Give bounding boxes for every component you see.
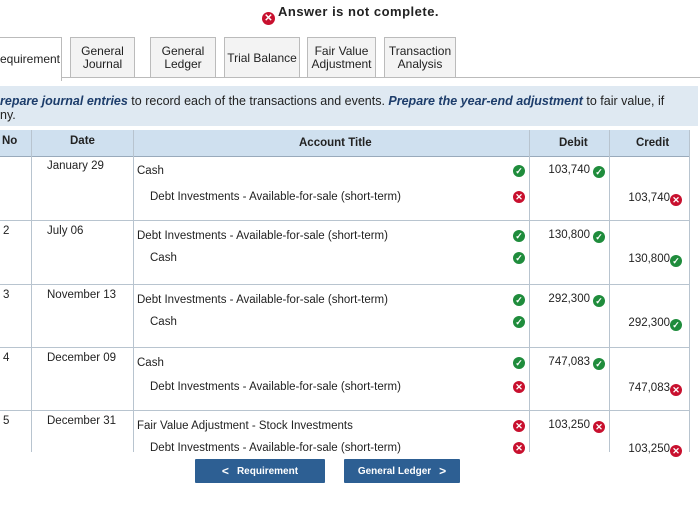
header-debit: Debit <box>559 137 588 149</box>
check-circle-icon: ✓ <box>593 358 605 370</box>
tab-label: Transaction Analysis <box>388 44 452 71</box>
header-credit: Credit <box>636 137 670 149</box>
tab-general-journal[interactable]: General Journal <box>70 37 135 78</box>
instructions-line-2: ny. <box>0 108 16 122</box>
x-circle-icon: ✕ <box>513 420 525 432</box>
entry-date: July 06 <box>47 225 84 237</box>
entry-date: December 31 <box>47 415 117 427</box>
check-circle-icon: ✓ <box>670 255 682 267</box>
x-circle-icon: ✕ <box>513 191 525 203</box>
row-divider <box>0 220 690 221</box>
next-general-ledger-button[interactable]: General Ledger > <box>344 459 460 483</box>
instructions-emphasis: Prepare the year-end adjustment <box>388 94 583 108</box>
tab-label: equirement <box>0 52 61 66</box>
prev-button-label: Requirement <box>236 465 299 477</box>
col-divider <box>133 130 134 452</box>
check-circle-icon: ✓ <box>670 319 682 331</box>
account-title-field[interactable]: Cash <box>150 252 510 264</box>
x-circle-icon: ✕ <box>670 445 682 457</box>
x-circle-icon: ✕ <box>262 12 275 25</box>
account-title-field[interactable]: Debt Investments - Available-for-sale (s… <box>137 294 497 306</box>
instructions-text: to record each of the transactions and e… <box>127 94 389 108</box>
row-divider <box>0 347 690 348</box>
row-divider <box>0 284 690 285</box>
x-circle-icon: ✕ <box>513 442 525 454</box>
chevron-left-icon: < <box>221 464 229 478</box>
check-circle-icon: ✓ <box>593 166 605 178</box>
check-circle-icon: ✓ <box>513 230 525 242</box>
tab-trial-balance[interactable]: Trial Balance <box>224 37 300 78</box>
check-circle-icon: ✓ <box>513 357 525 369</box>
x-circle-icon: ✕ <box>593 421 605 433</box>
journal-table: No Date Account Title Debit Credit Janua… <box>0 130 690 457</box>
row-divider <box>0 410 690 411</box>
instructions: repare journal entries to record each of… <box>0 86 698 126</box>
entry-date: November 13 <box>47 289 117 301</box>
tab-label: General Ledger <box>161 44 205 71</box>
tab-divider <box>0 77 700 78</box>
tab-label: Fair Value Adjustment <box>311 44 372 71</box>
prev-requirement-button[interactable]: < Requirement <box>195 459 325 483</box>
header-no: No <box>2 135 18 147</box>
col-divider <box>689 130 690 452</box>
entry-number: 2 <box>3 225 10 237</box>
x-circle-icon: ✕ <box>670 194 682 206</box>
check-circle-icon: ✓ <box>513 294 525 306</box>
account-title-field[interactable]: Debt Investments - Available-for-sale (s… <box>150 442 510 454</box>
check-circle-icon: ✓ <box>593 231 605 243</box>
instructions-line-1: repare journal entries to record each of… <box>0 94 664 109</box>
account-title-field[interactable]: Cash <box>137 357 497 369</box>
banner-text: Answer is not complete. <box>278 4 440 19</box>
check-circle-icon: ✓ <box>513 165 525 177</box>
col-divider <box>609 130 610 452</box>
check-circle-icon: ✓ <box>513 316 525 328</box>
instructions-emphasis: repare journal entries <box>0 94 128 108</box>
entry-date: December 09 <box>47 352 117 364</box>
tab-transaction-analysis[interactable]: Transaction Analysis <box>384 37 456 78</box>
entry-number: 5 <box>3 415 10 427</box>
check-circle-icon: ✓ <box>513 252 525 264</box>
account-title-field[interactable]: Debt Investments - Available-for-sale (s… <box>150 381 510 393</box>
account-title-field[interactable]: Debt Investments - Available-for-sale (s… <box>137 230 497 242</box>
check-circle-icon: ✓ <box>593 295 605 307</box>
header-account-title: Account Title <box>299 137 372 149</box>
account-title-field[interactable]: Cash <box>137 165 497 177</box>
tab-requirement[interactable]: equirement <box>0 37 62 81</box>
tab-label: General Journal <box>81 44 124 71</box>
tab-general-ledger[interactable]: General Ledger <box>150 37 216 78</box>
instructions-text: to fair value, if <box>582 94 665 108</box>
col-divider <box>529 130 530 452</box>
account-title-field[interactable]: Debt Investments - Available-for-sale (s… <box>150 191 510 203</box>
header-date: Date <box>70 135 95 147</box>
chevron-right-icon: > <box>439 464 447 478</box>
tab-label: Trial Balance <box>227 50 297 65</box>
tab-fair-value-adjustment[interactable]: Fair Value Adjustment <box>307 37 376 78</box>
entry-number: 3 <box>3 289 10 301</box>
account-title-field[interactable]: Cash <box>150 316 510 328</box>
status-banner: ✕ Answer is not complete. <box>0 0 700 30</box>
entry-date: January 29 <box>47 160 104 172</box>
x-circle-icon: ✕ <box>513 381 525 393</box>
x-circle-icon: ✕ <box>670 384 682 396</box>
col-divider <box>31 130 32 452</box>
account-title-field[interactable]: Fair Value Adjustment - Stock Investment… <box>137 420 497 432</box>
entry-number: 4 <box>3 352 10 364</box>
next-button-label: General Ledger <box>357 465 432 477</box>
